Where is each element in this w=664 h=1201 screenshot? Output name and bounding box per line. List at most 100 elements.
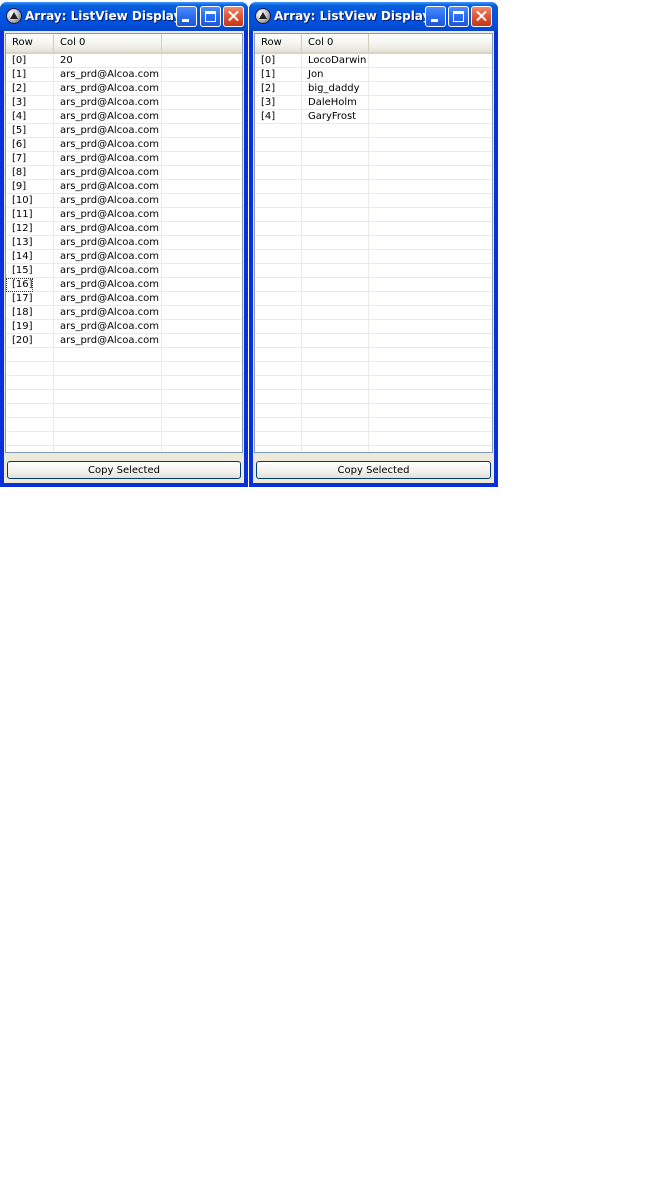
value-cell: Jon <box>308 69 324 80</box>
value-cell: ars_prd@Alcoa.com <box>60 293 159 304</box>
row-index-cell: [2] <box>261 83 276 94</box>
empty-row <box>255 362 492 376</box>
empty-row <box>6 390 242 404</box>
list-item[interactable]: [18] ars_prd@Alcoa.com <box>6 306 242 320</box>
list-item[interactable]: [0] 20 <box>6 54 242 68</box>
value-cell: ars_prd@Alcoa.com <box>60 181 159 192</box>
row-index-cell: [16] <box>6 278 33 292</box>
minimize-icon <box>182 19 189 22</box>
listview-window-left[interactable]: Array: ListView Display Row Col 0 [0] 20[… <box>0 2 248 487</box>
value-cell: ars_prd@Alcoa.com <box>60 97 159 108</box>
copy-selected-button[interactable]: Copy Selected <box>256 461 491 479</box>
list-item[interactable]: [4] ars_prd@Alcoa.com <box>6 110 242 124</box>
list-item[interactable]: [0] LocoDarwin <box>255 54 492 68</box>
value-cell: ars_prd@Alcoa.com <box>60 307 159 318</box>
list-item[interactable]: [2] ars_prd@Alcoa.com <box>6 82 242 96</box>
list-item[interactable]: [12] ars_prd@Alcoa.com <box>6 222 242 236</box>
column-header-col0[interactable]: Col 0 <box>302 34 369 52</box>
value-cell: ars_prd@Alcoa.com <box>60 335 159 346</box>
autoit-app-icon[interactable] <box>6 8 22 24</box>
list-item[interactable]: [15] ars_prd@Alcoa.com <box>6 264 242 278</box>
value-cell: ars_prd@Alcoa.com <box>60 223 159 234</box>
empty-row <box>6 446 242 452</box>
list-item[interactable]: [14] ars_prd@Alcoa.com <box>6 250 242 264</box>
list-item[interactable]: [17] ars_prd@Alcoa.com <box>6 292 242 306</box>
list-item[interactable]: [5] ars_prd@Alcoa.com <box>6 124 242 138</box>
row-index-cell: [15] <box>12 265 33 276</box>
row-index-cell: [12] <box>12 223 33 234</box>
list-item[interactable]: [20] ars_prd@Alcoa.com <box>6 334 242 348</box>
minimize-button[interactable] <box>425 6 446 27</box>
value-cell: ars_prd@Alcoa.com <box>60 237 159 248</box>
maximize-icon <box>453 11 464 22</box>
column-header-row[interactable]: Row <box>6 34 54 52</box>
empty-row <box>255 348 492 362</box>
row-index-cell: [4] <box>261 111 276 122</box>
row-index-cell: [0] <box>261 55 276 66</box>
autoit-app-icon[interactable] <box>255 8 271 24</box>
value-cell: DaleHolm <box>308 97 357 108</box>
empty-row <box>255 334 492 348</box>
value-cell: ars_prd@Alcoa.com <box>60 153 159 164</box>
column-header-col0[interactable]: Col 0 <box>54 34 162 52</box>
value-cell: LocoDarwin <box>308 55 367 66</box>
title-bar[interactable]: Array: ListView Display <box>0 2 248 31</box>
close-button[interactable] <box>223 6 244 27</box>
list-item[interactable]: [8] ars_prd@Alcoa.com <box>6 166 242 180</box>
row-index-cell: [0] <box>12 55 27 66</box>
maximize-button[interactable] <box>200 6 221 27</box>
copy-selected-button[interactable]: Copy Selected <box>7 461 241 479</box>
close-button[interactable] <box>471 6 492 27</box>
value-cell: GaryFrost <box>308 111 357 122</box>
minimize-icon <box>431 19 438 22</box>
window-title: Array: ListView Display <box>25 9 182 23</box>
listview-rows: [0] LocoDarwin [1] Jon [2] big_daddy [3] DaleHo… <box>255 54 492 452</box>
value-cell: ars_prd@Alcoa.com <box>60 125 159 136</box>
empty-row <box>255 446 492 452</box>
listview-rows: [0] 20 [1] ars_prd@Alcoa.com [2] ars_prd@Alco… <box>6 54 242 452</box>
listview-window-right[interactable]: Array: ListView Display Row Col 0 [0] Loc… <box>249 2 498 487</box>
empty-row <box>255 124 492 138</box>
empty-row <box>255 194 492 208</box>
value-cell: ars_prd@Alcoa.com <box>60 83 159 94</box>
list-item[interactable]: [1] Jon <box>255 68 492 82</box>
client-area: Row Col 0 [0] LocoDarwin [1] Jon [2] big_dadd… <box>253 31 494 483</box>
row-index-cell: [4] <box>12 111 27 122</box>
empty-row <box>255 292 492 306</box>
row-index-cell: [3] <box>12 97 27 108</box>
value-cell: ars_prd@Alcoa.com <box>60 251 159 262</box>
list-item[interactable]: [3] DaleHolm <box>255 96 492 110</box>
array-listview[interactable]: Row Col 0 [0] LocoDarwin [1] Jon [2] big_dadd… <box>254 33 493 453</box>
row-index-cell: [10] <box>12 195 33 206</box>
value-cell: ars_prd@Alcoa.com <box>60 195 159 206</box>
list-item[interactable]: [19] ars_prd@Alcoa.com <box>6 320 242 334</box>
list-item[interactable]: [9] ars_prd@Alcoa.com <box>6 180 242 194</box>
empty-row <box>255 152 492 166</box>
list-item[interactable]: [4] GaryFrost <box>255 110 492 124</box>
empty-row <box>255 404 492 418</box>
empty-row <box>255 180 492 194</box>
empty-row <box>255 222 492 236</box>
title-bar[interactable]: Array: ListView Display <box>249 2 498 31</box>
list-item[interactable]: [3] ars_prd@Alcoa.com <box>6 96 242 110</box>
list-item[interactable]: [13] ars_prd@Alcoa.com <box>6 236 242 250</box>
list-item[interactable]: [6] ars_prd@Alcoa.com <box>6 138 242 152</box>
list-item[interactable]: [11] ars_prd@Alcoa.com <box>6 208 242 222</box>
list-item[interactable]: [2] big_daddy <box>255 82 492 96</box>
maximize-button[interactable] <box>448 6 469 27</box>
value-cell: ars_prd@Alcoa.com <box>60 321 159 332</box>
list-item[interactable]: [16] ars_prd@Alcoa.com <box>6 278 242 292</box>
list-item[interactable]: [1] ars_prd@Alcoa.com <box>6 68 242 82</box>
row-index-cell: [17] <box>12 293 33 304</box>
empty-row <box>255 250 492 264</box>
minimize-button[interactable] <box>176 6 197 27</box>
array-listview[interactable]: Row Col 0 [0] 20 [1] ars_prd@Alcoa.com [2] ar… <box>5 33 243 453</box>
row-index-cell: [6] <box>12 139 27 150</box>
column-header-row[interactable]: Row <box>255 34 302 52</box>
row-index-cell: [3] <box>261 97 276 108</box>
list-item[interactable]: [10] ars_prd@Alcoa.com <box>6 194 242 208</box>
row-index-cell: [9] <box>12 181 27 192</box>
row-index-cell: [5] <box>12 125 27 136</box>
list-item[interactable]: [7] ars_prd@Alcoa.com <box>6 152 242 166</box>
empty-row <box>255 306 492 320</box>
